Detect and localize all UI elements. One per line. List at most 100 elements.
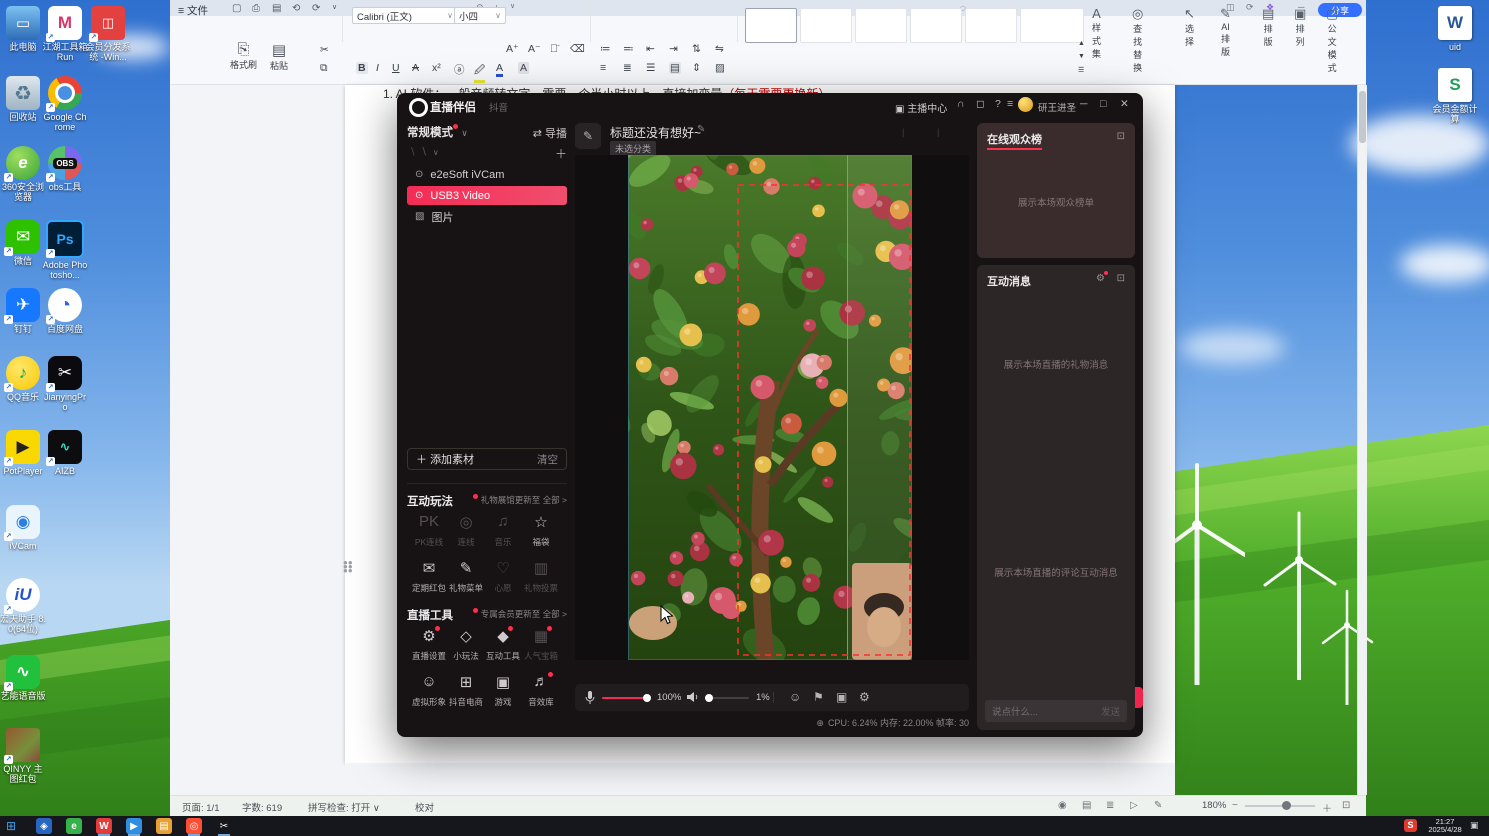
taskbar-app-button[interactable]: W	[96, 818, 112, 836]
style-option[interactable]	[1020, 8, 1084, 43]
file-menu[interactable]: ≡ 文件	[178, 3, 208, 18]
chevron-down-icon[interactable]: ∨	[433, 148, 439, 157]
spell-check[interactable]: 拼写检查: 打开 ∨	[308, 800, 380, 814]
toolbar-button[interactable]: ↖ 选择	[1184, 6, 1195, 48]
line-spacing-icon[interactable]: ⇕	[692, 62, 701, 74]
live-maximize-button[interactable]: □	[1100, 98, 1106, 110]
justify-icon[interactable]: ▤	[669, 62, 681, 74]
font-color-button[interactable]: A	[496, 62, 504, 77]
ime-icon[interactable]: S	[1404, 819, 1417, 832]
grow-font-icon[interactable]: A⁺	[506, 43, 519, 55]
help-icon[interactable]: ?	[995, 98, 1001, 110]
feature-button[interactable]: ◇ 小玩法	[446, 627, 486, 662]
notification-icon[interactable]: ▣	[1470, 820, 1479, 831]
gear-icon[interactable]: ⚙	[1096, 271, 1108, 284]
font-size-select[interactable]: 小四 ∨	[454, 7, 506, 24]
proofread[interactable]: 校对	[415, 800, 434, 814]
desktop-icon[interactable]: ∿ 艺能语音版	[0, 655, 46, 701]
outdent-icon[interactable]: ⇤	[646, 43, 655, 55]
taskbar-clock[interactable]: 21:27 2025/4/28	[1422, 818, 1468, 834]
taskbar-app-button[interactable]: ✂	[216, 818, 232, 836]
desktop-icon[interactable]: ♪ QQ音乐	[0, 356, 46, 402]
desktop-icon[interactable]: ✂ JianyingPro	[42, 356, 88, 413]
scene-tab[interactable]	[421, 146, 431, 158]
taskbar-app-button[interactable]: ◈	[36, 818, 52, 834]
zoom-in-icon[interactable]: ＋	[1322, 800, 1332, 815]
feature-button[interactable]: ✎ 礼物菜单	[446, 559, 486, 594]
category-tag[interactable]: 未选分类	[610, 141, 657, 156]
desktop-icon[interactable]: ∿ AIZB	[42, 430, 88, 476]
toolbar-button[interactable]: ▣ 排列	[1294, 6, 1306, 48]
page-view-icon[interactable]: ▤	[1082, 800, 1091, 811]
undo-icon[interactable]: ⟲	[292, 3, 300, 14]
tab-list-icon[interactable]: ∨	[510, 2, 515, 10]
style-option[interactable]	[855, 8, 907, 43]
desktop-icon[interactable]: ✉ 微信	[0, 220, 46, 266]
font-name-select[interactable]: Calibri (正文) ∨	[352, 7, 458, 24]
toolbar-button[interactable]: A 样式集	[1092, 6, 1101, 60]
source-row[interactable]: ⊙ e2eSoft iVCam	[407, 165, 567, 184]
live-close-button[interactable]: ✕	[1120, 98, 1129, 110]
edit-mode-icon[interactable]: ✎	[1154, 800, 1162, 811]
speaker-icon[interactable]	[687, 691, 699, 703]
eye-protect-icon[interactable]: ◉	[1058, 800, 1067, 811]
edit-title-button[interactable]: ✎	[575, 123, 601, 149]
message-icon[interactable]: ◻	[976, 98, 985, 110]
desktop-icon[interactable]: ♻ 回收站	[0, 76, 46, 122]
feature-button[interactable]: ☆ 福袋	[521, 513, 561, 548]
toolbar-button[interactable]: ▢ 公文模式	[1326, 6, 1338, 74]
source-row[interactable]: ▧ 图片	[407, 207, 567, 226]
desktop-icon[interactable]: ▶ PotPlayer	[0, 430, 46, 476]
microphone-icon[interactable]	[585, 691, 595, 705]
sort-icon[interactable]: ⇋	[715, 43, 724, 55]
desktop-icon[interactable]: Google Chrome	[42, 76, 88, 133]
desktop-icon[interactable]: M 江湖工具箱 Run	[42, 6, 88, 63]
scrollbar-thumb[interactable]	[1359, 91, 1366, 143]
indent-icon[interactable]: ⇥	[669, 43, 678, 55]
sticker-icon[interactable]: ☺	[789, 690, 801, 704]
text-direction-icon[interactable]: ⇅	[692, 43, 701, 55]
print-icon[interactable]: ▤	[272, 3, 281, 14]
clear-format-icon[interactable]: ⌫	[570, 43, 585, 55]
output-icon[interactable]: ⎙	[252, 3, 260, 14]
desktop-icon[interactable]: e 360安全浏览器	[0, 146, 46, 203]
feature-button[interactable]: ▣ 游戏	[483, 673, 523, 708]
feature-button[interactable]: ◆ 互动工具	[483, 626, 523, 662]
align-right-icon[interactable]: ☰	[646, 62, 655, 74]
desktop-icon[interactable]: ◉ iVCam	[0, 505, 46, 551]
align-center-icon[interactable]: ≣	[623, 62, 632, 74]
stats-monitor-icon[interactable]: ⊕	[816, 718, 824, 728]
superscript-button[interactable]: x²	[432, 62, 441, 74]
taskbar-app-button[interactable]: ▤	[156, 818, 172, 834]
popout-icon[interactable]: ⊡	[1117, 273, 1125, 284]
desktop-icon[interactable]: ◔ 百度网盘	[42, 288, 88, 334]
toolbar-button[interactable]: ✎ AI 排版	[1220, 6, 1231, 58]
taskbar-app-button[interactable]: ▶	[126, 818, 142, 836]
tools-section-note[interactable]: 专属会员更新至 全部 >	[473, 608, 567, 620]
play-section-note[interactable]: 礼物展馆更新至 全部 >	[473, 494, 567, 506]
taskbar-app-button[interactable]: e	[66, 818, 82, 834]
feature-button[interactable]: ♬ 音效库	[521, 672, 561, 708]
document-scrollbar[interactable]	[1357, 85, 1367, 795]
menu-icon[interactable]: ≡	[1007, 98, 1013, 110]
director-mode-button[interactable]: ⇄ 导播	[533, 125, 567, 141]
banner-icon[interactable]: ⚑	[813, 690, 824, 704]
copy-icon[interactable]: ⧉	[320, 62, 328, 75]
mic-volume-slider[interactable]	[602, 694, 651, 702]
taskbar-app-button[interactable]: ◎	[186, 818, 202, 836]
clear-button[interactable]: 清空	[537, 452, 558, 467]
desktop-icon[interactable]: Ps Adobe Photosho...	[42, 220, 88, 281]
toolbar-button[interactable]: ◎ 查找替换	[1132, 6, 1143, 74]
redo-icon[interactable]: ⟳	[312, 3, 320, 14]
headset-icon[interactable]: ∩	[957, 98, 965, 110]
avatar[interactable]	[1018, 97, 1033, 112]
mode-selector[interactable]: 常规模式 ∨ ⇄ 导播	[407, 124, 567, 140]
feature-button[interactable]: ♡ 心愿	[483, 559, 523, 594]
zoom-slider[interactable]	[1245, 805, 1315, 807]
feature-button[interactable]: ✉ 定期红包	[409, 559, 449, 594]
shading-icon[interactable]: ▨	[715, 62, 725, 74]
add-material-button[interactable]: ＋ 添加素材	[416, 451, 474, 467]
toolbar-button[interactable]: ▤ 排版	[1262, 6, 1274, 48]
format-painter-button[interactable]: ⎘ 格式刷	[230, 41, 257, 71]
style-option[interactable]	[800, 8, 852, 43]
